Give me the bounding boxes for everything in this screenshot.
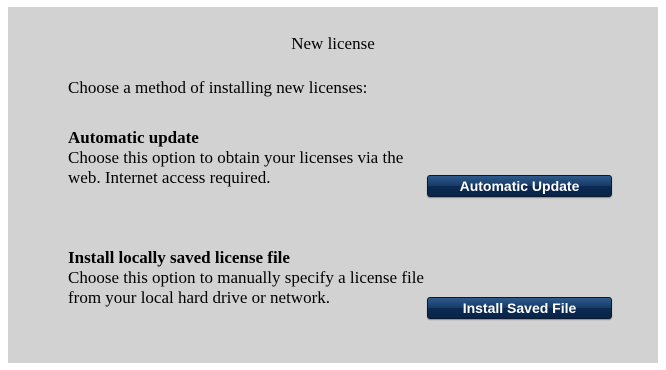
panel-title: New license: [291, 34, 375, 53]
install-saved-file-description: Choose this option to manually specify a…: [68, 268, 424, 307]
install-saved-file-button[interactable]: Install Saved File: [427, 297, 612, 319]
new-license-panel: New license Choose a method of installin…: [8, 7, 658, 363]
intro-text: Choose a method of installing new licens…: [68, 78, 368, 97]
automatic-update-button[interactable]: Automatic Update: [427, 175, 612, 197]
automatic-update-section: Automatic update Choose this option to o…: [68, 128, 428, 188]
automatic-update-description: Choose this option to obtain your licens…: [68, 148, 404, 187]
install-saved-file-heading: Install locally saved license file: [68, 248, 290, 267]
install-saved-file-section: Install locally saved license file Choos…: [68, 248, 428, 308]
automatic-update-heading: Automatic update: [68, 128, 199, 147]
